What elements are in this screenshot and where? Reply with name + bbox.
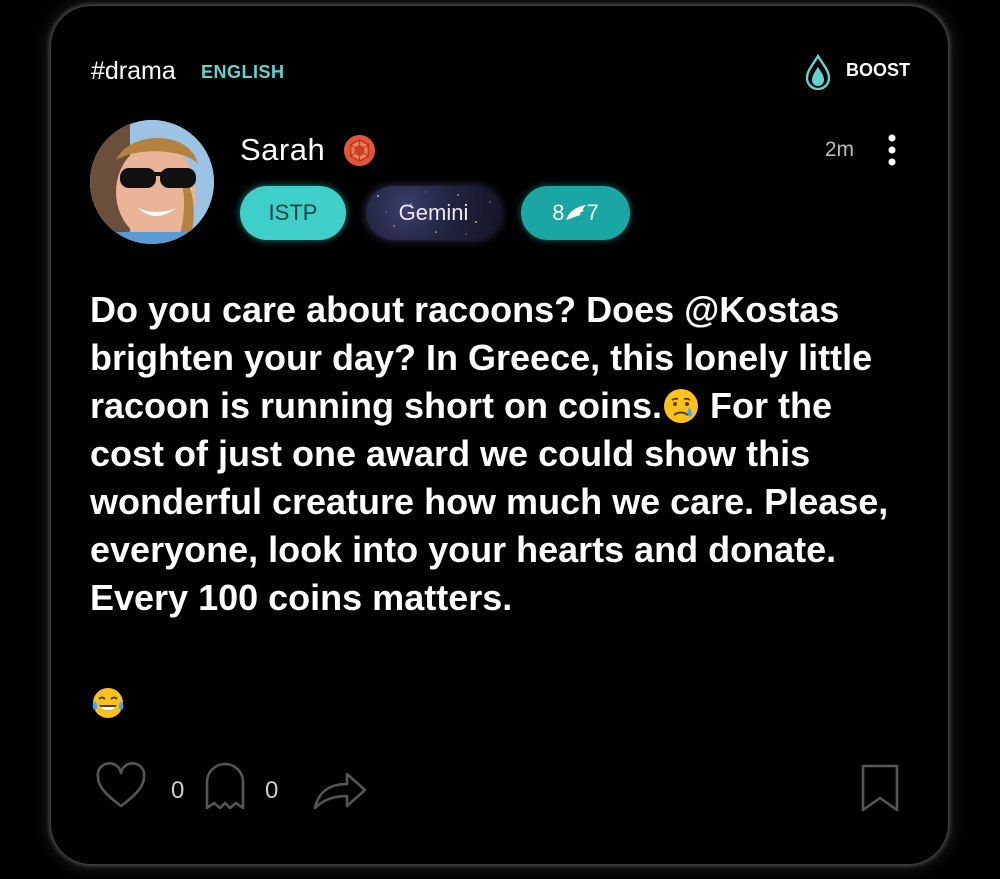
heart-outline-icon[interactable] (95, 762, 147, 814)
bookmark-outline-icon[interactable] (860, 762, 900, 814)
zodiac-pill[interactable]: Gemini (366, 186, 501, 240)
avatar-image (90, 120, 214, 244)
red-gem-badge-icon (343, 134, 376, 167)
enneagram-wing: 7 (586, 200, 599, 225)
like-count: 0 (171, 777, 185, 804)
flame-drop-icon[interactable] (804, 54, 832, 90)
language-tag: ENGLISH (201, 62, 285, 82)
tears-of-joy-emoji (92, 688, 124, 718)
ghost-bubble-icon[interactable] (203, 762, 247, 814)
share-arrow-icon[interactable] (311, 762, 371, 814)
post-actions: 0 0 (95, 762, 900, 822)
enneagram-pill[interactable]: 8 7 (521, 186, 630, 240)
post-body: Do you care about racoons? Does @Kostas … (90, 286, 910, 622)
comment-count: 0 (265, 777, 279, 804)
post-timestamp: 2m (824, 138, 854, 161)
wing-icon (565, 205, 586, 220)
boost-button[interactable]: BOOST (846, 59, 910, 81)
mbti-label: ISTP (268, 200, 318, 225)
enneagram-core: 8 (552, 200, 565, 225)
crying-face-emoji (664, 389, 699, 423)
post-header-bar: #drama ENGLISH BOOST (91, 54, 910, 96)
post-card: #drama ENGLISH BOOST Sarah 2m ISTP Gemin… (51, 6, 948, 864)
avatar[interactable] (90, 120, 214, 244)
zodiac-label: Gemini (398, 200, 469, 225)
hashtag-link[interactable]: #drama (91, 56, 176, 86)
mbti-pill[interactable]: ISTP (240, 186, 346, 240)
username[interactable]: Sarah (240, 132, 325, 168)
vertical-dots-icon[interactable] (887, 134, 897, 166)
